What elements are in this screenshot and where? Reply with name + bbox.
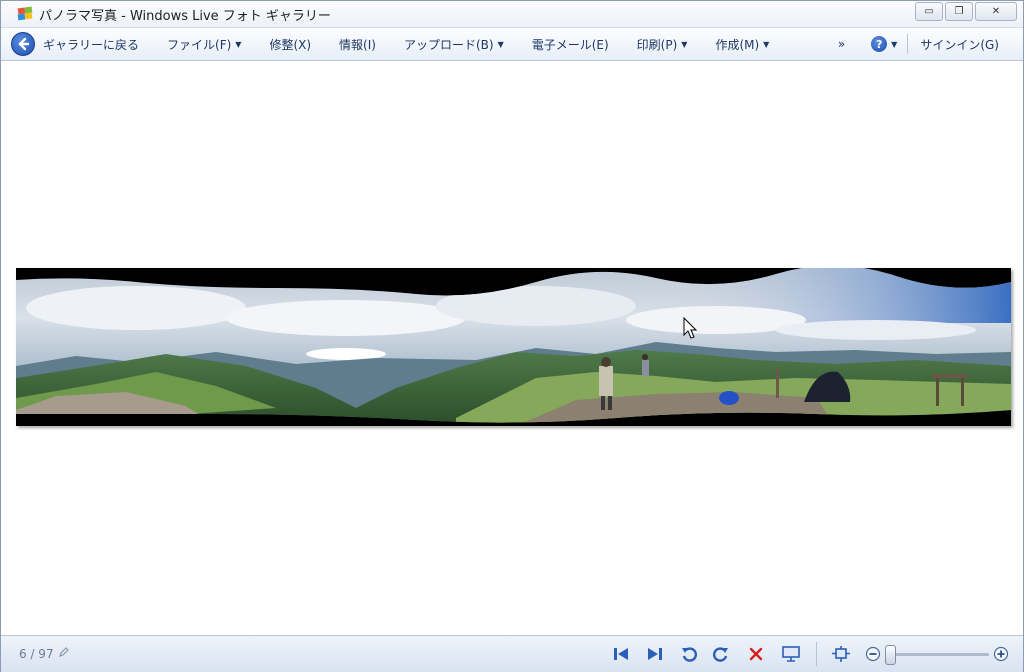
photo-counter: 6 / 97 xyxy=(19,646,70,661)
maximize-button[interactable]: ❐ xyxy=(945,2,973,21)
rotate-counterclockwise-icon xyxy=(682,647,697,662)
control-divider xyxy=(816,642,817,666)
more-commands-button[interactable]: » xyxy=(822,31,861,57)
zoom-out-button[interactable] xyxy=(863,644,883,664)
help-glyph: ? xyxy=(875,37,883,51)
viewer-control-bar: 6 / 97 xyxy=(1,635,1023,672)
back-label: ギャラリーに戻る xyxy=(43,37,140,52)
chevron-down-icon: ▼ xyxy=(235,39,242,49)
create-menu[interactable]: 作成(M) ▼ xyxy=(701,31,783,57)
zoom-slider-thumb[interactable] xyxy=(885,645,896,665)
panorama-photo[interactable] xyxy=(16,268,1011,426)
title-bar[interactable]: パノラマ写真 - Windows Live フォト ギャラリー ▭ ❐ ✕ xyxy=(1,1,1023,28)
zoom-in-button[interactable] xyxy=(991,644,1011,664)
fix-label: 修整(X) xyxy=(269,37,312,52)
photo-gallery-window: パノラマ写真 - Windows Live フォト ギャラリー ▭ ❐ ✕ ギャ… xyxy=(0,0,1024,672)
sign-in-button[interactable]: サインイン(G) xyxy=(914,31,1023,57)
minimize-icon: ▭ xyxy=(924,6,934,17)
slideshow-icon xyxy=(782,646,800,662)
info-label: 情報(I) xyxy=(339,37,376,52)
chevron-down-icon: ▼ xyxy=(681,39,688,49)
close-button[interactable]: ✕ xyxy=(975,2,1017,21)
info-button[interactable]: 情報(I) xyxy=(325,31,390,57)
rotate-clockwise-button[interactable] xyxy=(711,644,731,664)
slideshow-button[interactable] xyxy=(781,644,801,664)
chevron-down-icon: ▼ xyxy=(891,39,898,49)
command-toolbar: ギャラリーに戻る ファイル(F) ▼ 修整(X) 情報(I) アップロード(B) ▼… xyxy=(1,28,1023,61)
next-button[interactable] xyxy=(645,644,665,664)
delete-button[interactable] xyxy=(746,644,766,664)
restore-icon: ❐ xyxy=(954,6,964,17)
photo-viewer[interactable] xyxy=(2,61,1023,635)
zoom-out-icon xyxy=(865,646,881,662)
edit-pencil-icon[interactable] xyxy=(58,646,70,661)
previous-icon xyxy=(614,648,628,660)
actual-size-icon xyxy=(832,646,850,662)
window-title: パノラマ写真 - Windows Live フォト ギャラリー xyxy=(39,9,331,24)
zoom-slider-track[interactable] xyxy=(885,653,989,656)
print-menu-label: 印刷(P) xyxy=(636,37,678,52)
file-menu-label: ファイル(F) xyxy=(167,37,232,52)
rotate-clockwise-icon xyxy=(713,647,728,662)
upload-menu-label: アップロード(B) xyxy=(403,37,494,52)
email-label: 電子メール(E) xyxy=(531,37,609,52)
email-button[interactable]: 電子メール(E) xyxy=(518,31,623,57)
photo-counter-text: 6 / 97 xyxy=(19,646,54,661)
actual-size-button[interactable] xyxy=(831,644,851,664)
toolbar-divider xyxy=(907,34,909,54)
previous-button[interactable] xyxy=(611,644,631,664)
rotate-counterclockwise-button[interactable] xyxy=(679,644,699,664)
create-menu-label: 作成(M) xyxy=(715,37,760,52)
windows-live-photo-gallery-icon xyxy=(17,6,33,22)
back-to-gallery-button[interactable]: ギャラリーに戻る xyxy=(11,31,153,57)
print-menu[interactable]: 印刷(P) ▼ xyxy=(623,31,702,57)
delete-icon xyxy=(749,647,763,661)
zoom-in-icon xyxy=(993,646,1009,662)
help-icon: ? xyxy=(871,36,888,52)
file-menu[interactable]: ファイル(F) ▼ xyxy=(153,31,255,57)
upload-menu[interactable]: アップロード(B) ▼ xyxy=(390,31,518,57)
minimize-button[interactable]: ▭ xyxy=(915,2,943,21)
back-arrow-icon xyxy=(11,32,35,56)
close-icon: ✕ xyxy=(991,6,1001,17)
fix-button[interactable]: 修整(X) xyxy=(255,31,325,57)
next-icon xyxy=(648,648,662,660)
chevron-down-icon: ▼ xyxy=(763,39,770,49)
help-menu[interactable]: ? ▼ xyxy=(861,31,901,57)
sign-in-label: サインイン(G) xyxy=(920,37,999,52)
chevron-down-icon: ▼ xyxy=(497,39,504,49)
more-chevron-icon: » xyxy=(837,37,846,51)
